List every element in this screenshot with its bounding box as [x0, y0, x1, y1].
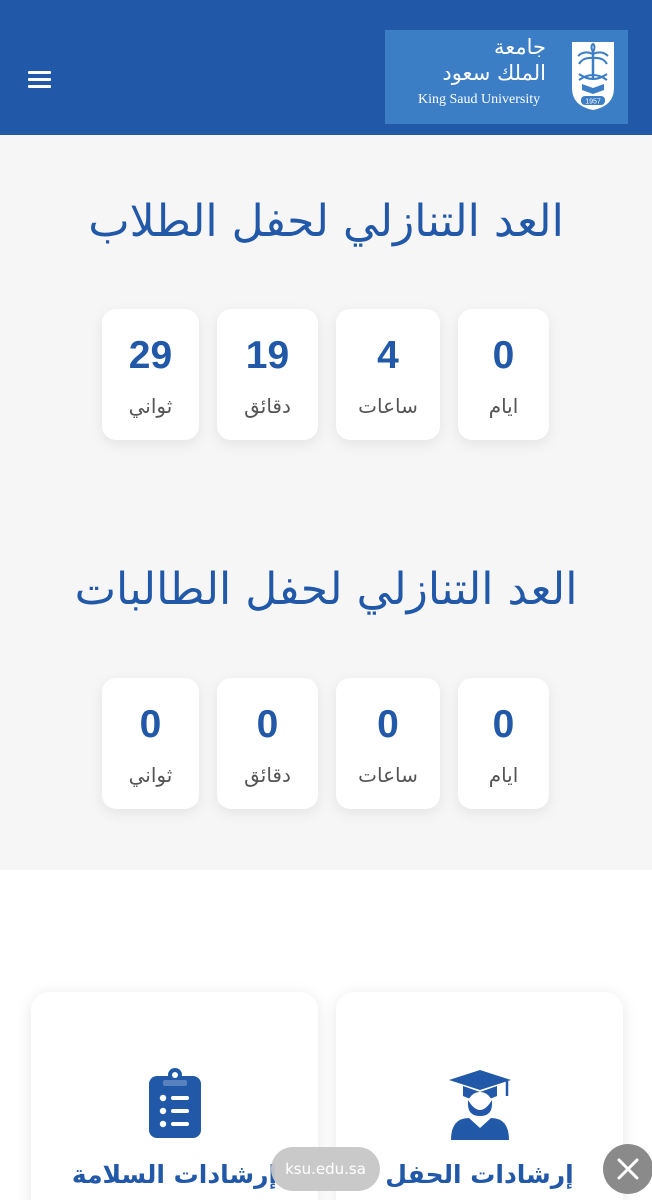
- close-icon[interactable]: [603, 1144, 652, 1194]
- top-bar: جامعة الملك سعود King Saud University 19…: [0, 0, 652, 135]
- countdown-days-value: 0: [492, 334, 515, 377]
- logo-arabic-line2: الملك سعود: [442, 61, 546, 85]
- logo-arabic-line1: جامعة: [493, 35, 546, 59]
- url-pill[interactable]: ksu.edu.sa: [271, 1147, 380, 1191]
- countdown-seconds-card: 0 ثواني: [102, 678, 199, 809]
- logo-english-name: King Saud University: [418, 92, 541, 107]
- countdown-seconds-label: ثواني: [128, 763, 173, 787]
- female-students-countdown-title: العد التنازلي لحفل الطالبات: [74, 564, 578, 615]
- countdown-minutes-value: 0: [256, 703, 279, 746]
- countdown-days-value: 0: [492, 703, 515, 746]
- countdown-seconds-value: 29: [128, 334, 173, 377]
- palm-swords-emblem-icon: 1957: [572, 42, 614, 110]
- countdown-seconds-value: 0: [139, 703, 162, 746]
- countdown-hours-value: 4: [377, 334, 399, 377]
- countdown-days-card: 0 ايام: [458, 678, 549, 809]
- countdown-days-label: ايام: [488, 763, 519, 787]
- countdown-hours-label: ساعات: [358, 394, 418, 418]
- countdown-minutes-card: 0 دقائق: [217, 678, 318, 809]
- countdown-minutes-card: 19 دقائق: [217, 309, 318, 440]
- countdown-hours-label: ساعات: [358, 763, 418, 787]
- clipboard-list-icon: [148, 1068, 201, 1138]
- countdown-hours-value: 0: [377, 703, 399, 746]
- countdown-hours-card: 0 ساعات: [336, 678, 440, 809]
- countdown-days-card: 0 ايام: [458, 309, 549, 440]
- countdown-minutes-label: دقائق: [244, 763, 291, 787]
- countdown-hours-card: 4 ساعات: [336, 309, 440, 440]
- university-logo[interactable]: جامعة الملك سعود King Saud University 19…: [385, 30, 628, 124]
- students-countdown-title: العد التنازلي لحفل الطلاب: [88, 196, 564, 247]
- hamburger-menu-icon[interactable]: [28, 68, 52, 90]
- logo-arabic-name: جامعة الملك سعود: [396, 36, 546, 84]
- countdown-seconds-label: ثواني: [128, 394, 173, 418]
- countdown-days-label: ايام: [488, 394, 519, 418]
- countdown-minutes-label: دقائق: [244, 394, 291, 418]
- graduate-icon: [448, 1070, 511, 1140]
- countdown-minutes-value: 19: [245, 334, 290, 377]
- logo-emblem-year: 1957: [585, 99, 601, 106]
- countdown-seconds-card: 29 ثواني: [102, 309, 199, 440]
- close-x-glyph: [617, 1158, 639, 1180]
